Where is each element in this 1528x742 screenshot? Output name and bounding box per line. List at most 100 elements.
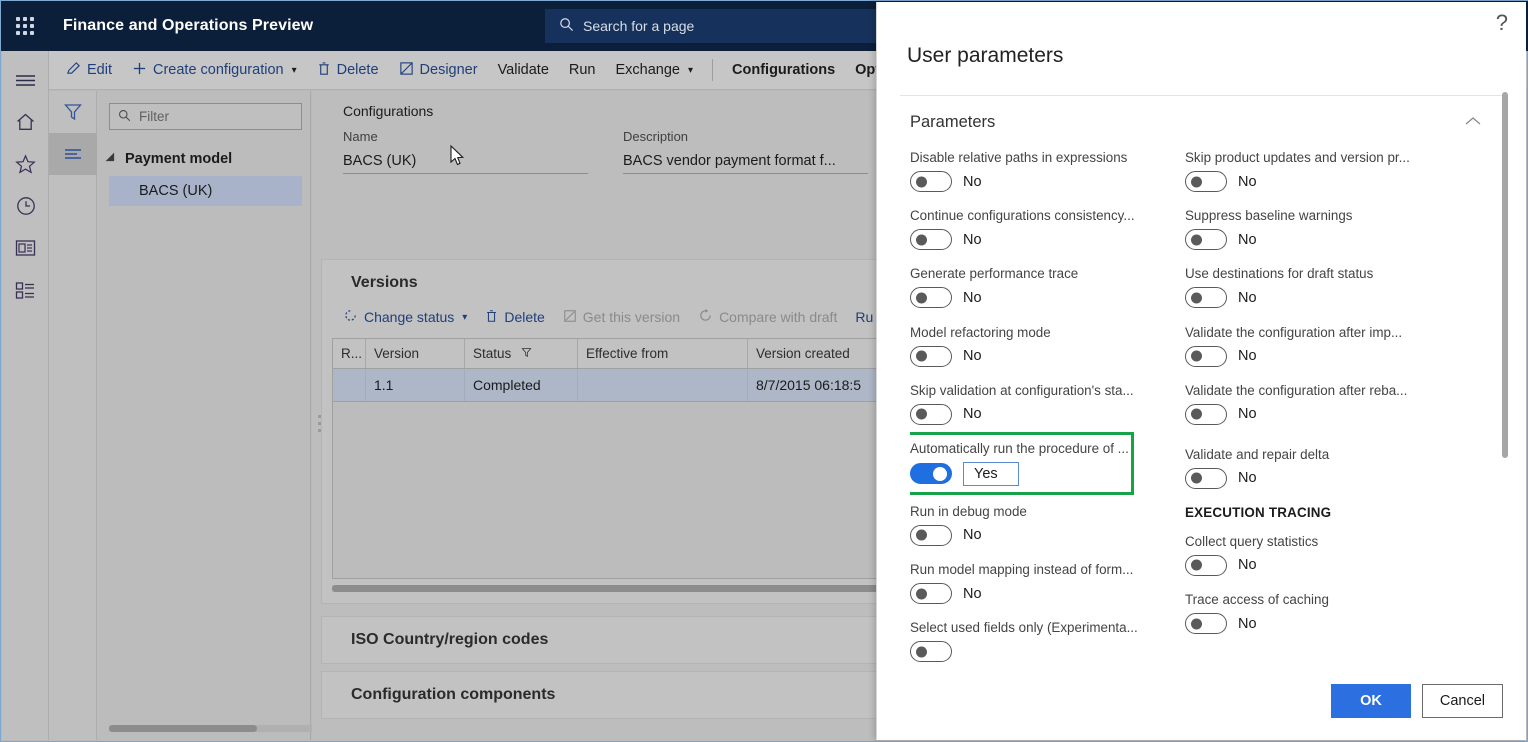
toggle-generate-performance-trace[interactable] [910, 287, 952, 309]
param-value: No [1238, 173, 1257, 190]
parameters-left-column: Disable relative paths in expressions No… [910, 150, 1190, 668]
param-collect-query-statistics: Collect query statistics No [1185, 534, 1465, 576]
field-name: Name BACS (UK) [343, 129, 588, 174]
divider [712, 59, 714, 81]
tab-configurations[interactable]: Configurations [723, 55, 844, 85]
exchange-button[interactable]: Exchange ▾ [607, 55, 703, 85]
funnel-icon[interactable] [49, 91, 97, 133]
flyout-scrollbar[interactable] [1502, 92, 1508, 458]
tab-configurations-label: Configurations [732, 62, 836, 78]
col-version[interactable]: Version [366, 339, 465, 368]
versions-delete-label: Delete [504, 309, 545, 325]
highlighted-parameter-wrapper: Automatically run the procedure of ... Y… [910, 431, 1190, 495]
change-status-button[interactable]: Change status ▾ [334, 304, 476, 330]
toggle-disable-relative-paths[interactable] [910, 171, 952, 192]
toggle-skip-validation[interactable] [910, 403, 952, 425]
param-label: Skip validation at configuration's sta..… [910, 382, 1134, 398]
navigation-rail [2, 51, 49, 740]
param-value: No [963, 406, 982, 423]
create-configuration-button[interactable]: Create configuration ▾ [123, 55, 306, 85]
toggle-trace-access-caching[interactable] [1185, 613, 1227, 635]
designer-label: Designer [419, 62, 478, 78]
param-automatically-run-procedure: Automatically run the procedure of ... Y… [910, 441, 1190, 486]
toggle-continue-configurations-consistency[interactable] [910, 229, 952, 251]
field-description-input[interactable]: BACS vendor payment format f... [623, 148, 868, 174]
param-label: Automatically run the procedure of ... [910, 440, 1129, 456]
flyout-action-buttons: OK Cancel [1331, 684, 1503, 718]
param-validate-and-repair-delta: Validate and repair delta No [1185, 447, 1465, 489]
toggle-model-refactoring-mode[interactable] [910, 345, 952, 367]
cell-status: Completed [465, 369, 578, 401]
edit-button[interactable]: Edit [57, 55, 121, 85]
flyout-title: User parameters [907, 44, 1064, 67]
param-value-field[interactable]: Yes [963, 461, 1019, 486]
toggle-automatically-run-procedure[interactable] [910, 463, 952, 485]
param-label: Validate and repair delta [1185, 446, 1330, 462]
section-iso-title: ISO Country/region codes [351, 631, 549, 648]
toggle-collect-query-statistics[interactable] [1185, 554, 1227, 576]
search-placeholder: Search for a page [583, 18, 695, 34]
toggle-validate-repair-delta[interactable] [1185, 467, 1227, 489]
app-title: Finance and Operations Preview [63, 17, 314, 34]
pencil-icon [66, 61, 81, 80]
modules-icon[interactable] [2, 269, 49, 311]
list-lines-icon[interactable] [49, 133, 97, 175]
toggle-run-in-debug-mode[interactable] [910, 524, 952, 546]
divider [900, 95, 1503, 96]
param-use-destinations-for-draft-status: Use destinations for draft status No [1185, 266, 1465, 309]
toggle-use-destinations-draft[interactable] [1185, 287, 1227, 309]
get-this-version-label: Get this version [582, 309, 681, 325]
field-name-input[interactable]: BACS (UK) [343, 148, 588, 174]
user-parameters-flyout: ? User parameters Parameters Disable rel… [876, 2, 1526, 740]
param-label: Use destinations for draft status [1185, 266, 1374, 282]
param-run-in-debug-mode: Run in debug mode No [910, 504, 1190, 546]
delete-button[interactable]: Delete [308, 55, 388, 85]
list-item-bacs-uk[interactable]: BACS (UK) [109, 176, 302, 206]
param-value: No [963, 289, 982, 306]
filter-input[interactable]: Filter [109, 103, 302, 130]
validate-button[interactable]: Validate [489, 55, 558, 85]
workspace-icon[interactable] [2, 227, 49, 269]
run-button[interactable]: Run [560, 55, 605, 85]
designer-button[interactable]: Designer [390, 55, 487, 85]
param-generate-performance-trace: Generate performance trace No [910, 266, 1190, 309]
run-label: Run [568, 62, 596, 78]
col-r[interactable]: R... [333, 339, 366, 368]
star-icon[interactable] [2, 143, 49, 185]
tree-group-payment-model[interactable]: Payment model [97, 146, 310, 172]
param-label: Model refactoring mode [910, 324, 1051, 340]
compare-with-draft-button[interactable]: Compare with draft [689, 304, 846, 330]
list-horizontal-scrollbar[interactable] [109, 725, 324, 732]
cancel-button[interactable]: Cancel [1421, 684, 1503, 718]
parameters-section-header[interactable]: Parameters [910, 108, 1481, 136]
help-question-icon[interactable]: ? [1496, 12, 1508, 34]
param-validate-after-rebase: Validate the configuration after reba...… [1185, 383, 1465, 425]
col-status[interactable]: Status [465, 339, 578, 368]
home-icon[interactable] [2, 101, 49, 143]
validate-label: Validate [497, 62, 549, 78]
param-select-used-fields-only: Select used fields only (Experimenta... [910, 620, 1190, 663]
param-label: Generate performance trace [910, 266, 1079, 282]
toggle-select-used-fields-only[interactable] [910, 641, 952, 663]
toggle-run-model-mapping[interactable] [910, 583, 952, 605]
clock-icon[interactable] [2, 185, 49, 227]
toggle-suppress-baseline-warnings[interactable] [1185, 229, 1227, 251]
get-this-version-button[interactable]: Get this version [554, 305, 689, 330]
param-label: Validate the configuration after reba... [1185, 382, 1408, 398]
versions-delete-button[interactable]: Delete [476, 305, 553, 330]
param-trace-access-of-caching: Trace access of caching No [1185, 592, 1465, 635]
hamburger-icon[interactable] [2, 59, 49, 101]
app-launcher-icon[interactable] [1, 1, 49, 51]
param-label: Suppress baseline warnings [1185, 208, 1353, 224]
exchange-label: Exchange [615, 62, 681, 78]
toggle-validate-after-import[interactable] [1185, 345, 1227, 367]
col-effective-from[interactable]: Effective from [578, 339, 748, 368]
parameters-right-column: Skip product updates and version pr... N… [1185, 150, 1465, 650]
param-value: No [1238, 289, 1257, 306]
toggle-validate-after-rebase[interactable] [1185, 403, 1227, 425]
ok-button[interactable]: OK [1331, 684, 1411, 718]
param-value: No [1238, 557, 1257, 574]
list-item-label: BACS (UK) [139, 183, 213, 199]
toggle-skip-product-updates[interactable] [1185, 171, 1227, 192]
search-icon [118, 109, 131, 125]
